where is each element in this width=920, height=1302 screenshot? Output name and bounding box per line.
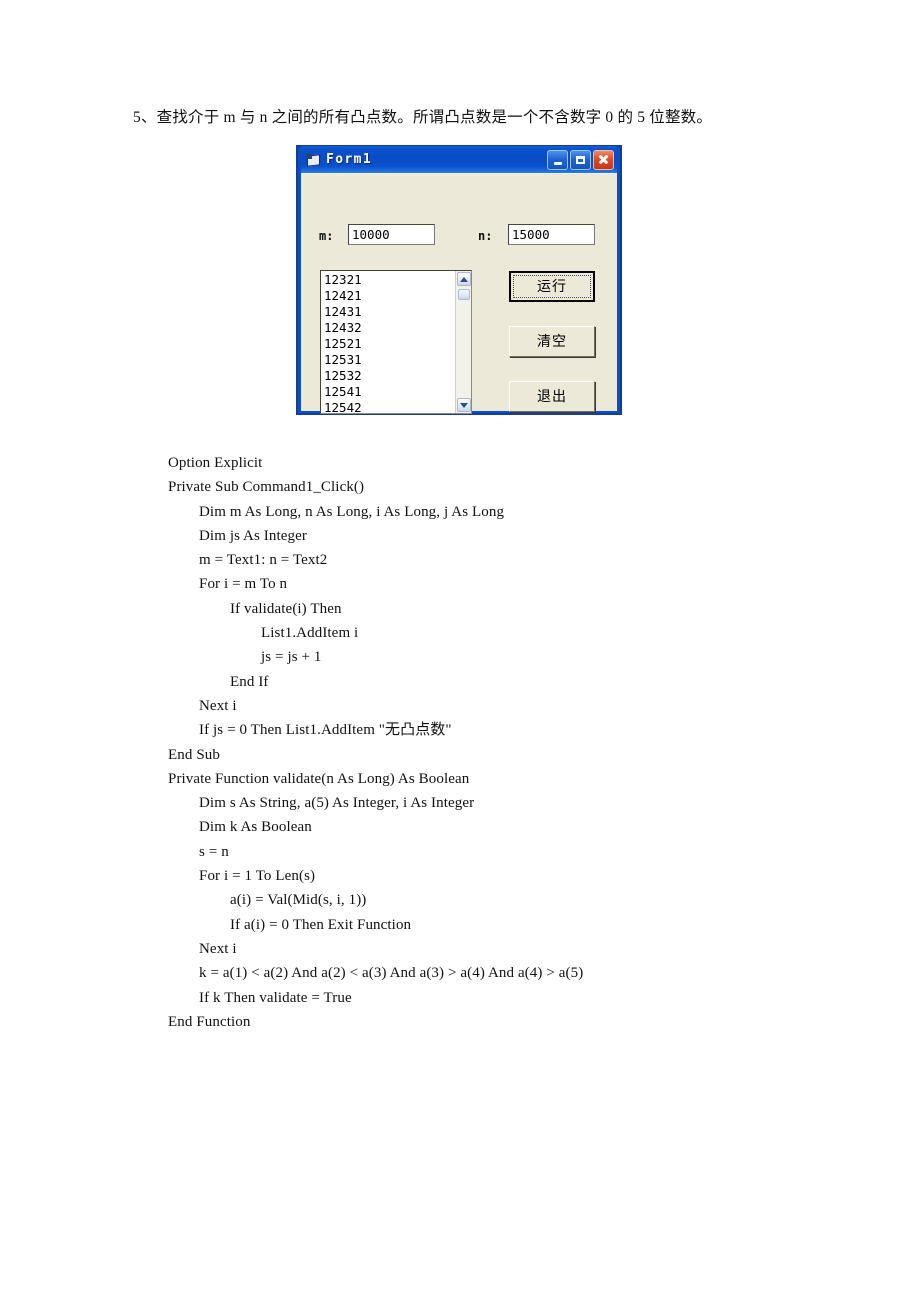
list-item[interactable]: 12321 xyxy=(324,272,455,288)
window-titlebar: Form1 xyxy=(301,146,617,173)
code-line: Private Function validate(n As Long) As … xyxy=(168,770,470,787)
code-line: If k Then validate = True xyxy=(199,989,352,1006)
maximize-button[interactable] xyxy=(570,149,591,170)
list-item[interactable]: 12431 xyxy=(324,304,455,320)
code-line: End If xyxy=(230,673,269,690)
close-icon xyxy=(598,154,609,165)
list-item[interactable]: 12531 xyxy=(324,352,455,368)
code-line: Next i xyxy=(199,940,237,957)
code-line: Dim js As Integer xyxy=(199,527,307,544)
scroll-up-icon[interactable] xyxy=(457,272,471,286)
input-n[interactable]: 15000 xyxy=(508,224,595,245)
window-controls xyxy=(547,149,615,170)
input-m[interactable]: 10000 xyxy=(348,224,435,245)
window-title: Form1 xyxy=(326,152,373,167)
label-m: m: xyxy=(319,229,334,243)
vb-form-window: Form1 m: 10000 n: 15000 12321 12421 1243… xyxy=(296,145,622,415)
code-line: Dim s As String, a(5) As Integer, i As I… xyxy=(199,795,475,812)
exit-button-label: 退出 xyxy=(537,388,567,405)
form-icon xyxy=(305,152,321,167)
code-listing: Option Explicit Private Sub Command1_Cli… xyxy=(168,451,868,1034)
minimize-icon xyxy=(553,161,562,165)
scroll-down-icon[interactable] xyxy=(457,398,471,412)
code-line: Option Explicit xyxy=(168,455,263,471)
code-line: Next i xyxy=(199,697,237,714)
code-line: End Sub xyxy=(168,746,220,763)
code-line: s = n xyxy=(199,843,229,860)
listbox-scrollbar[interactable] xyxy=(455,271,471,413)
code-line: js = js + 1 xyxy=(261,649,322,666)
list-item[interactable]: 12432 xyxy=(324,320,455,336)
code-line: For i = m To n xyxy=(199,576,288,593)
clear-button[interactable]: 清空 xyxy=(509,326,595,357)
list-item[interactable]: 12532 xyxy=(324,368,455,384)
code-line: List1.AddItem i xyxy=(261,625,359,642)
list-item[interactable]: 12421 xyxy=(324,288,455,304)
run-button[interactable]: 运行 xyxy=(509,271,595,302)
focus-rectangle xyxy=(513,275,591,298)
close-button[interactable] xyxy=(593,149,614,170)
code-line: For i = 1 To Len(s) xyxy=(199,868,316,885)
code-line: m = Text1: n = Text2 xyxy=(199,552,328,569)
list-item[interactable]: 12542 xyxy=(324,400,455,413)
list-item[interactable]: 12541 xyxy=(324,384,455,400)
minimize-button[interactable] xyxy=(547,149,568,170)
results-listbox[interactable]: 12321 12421 12431 12432 12521 12531 1253… xyxy=(320,270,472,414)
code-line: Dim k As Boolean xyxy=(199,819,312,836)
code-line: If a(i) = 0 Then Exit Function xyxy=(230,916,412,933)
code-line: Dim m As Long, n As Long, i As Long, j A… xyxy=(199,503,505,520)
maximize-icon xyxy=(576,155,585,164)
code-line: If validate(i) Then xyxy=(230,600,342,617)
code-line: Private Sub Command1_Click() xyxy=(168,479,365,496)
code-line: End Function xyxy=(168,1013,251,1030)
list-item[interactable]: 12521 xyxy=(324,336,455,352)
exit-button[interactable]: 退出 xyxy=(509,381,595,412)
question-text: 5、查找介于 m 与 n 之间的所有凸点数。所谓凸点数是一个不含数字 0 的 5… xyxy=(133,109,713,126)
code-line: k = a(1) < a(2) And a(2) < a(3) And a(3)… xyxy=(199,965,584,982)
code-line: a(i) = Val(Mid(s, i, 1)) xyxy=(230,892,367,909)
form-client-area: m: 10000 n: 15000 12321 12421 12431 1243… xyxy=(301,173,617,414)
label-n: n: xyxy=(478,229,493,243)
listbox-items[interactable]: 12321 12421 12431 12432 12521 12531 1253… xyxy=(321,271,455,413)
scrollbar-thumb[interactable] xyxy=(458,289,470,300)
code-line: If js = 0 Then List1.AddItem "无凸点数" xyxy=(199,722,452,739)
clear-button-label: 清空 xyxy=(537,333,567,350)
